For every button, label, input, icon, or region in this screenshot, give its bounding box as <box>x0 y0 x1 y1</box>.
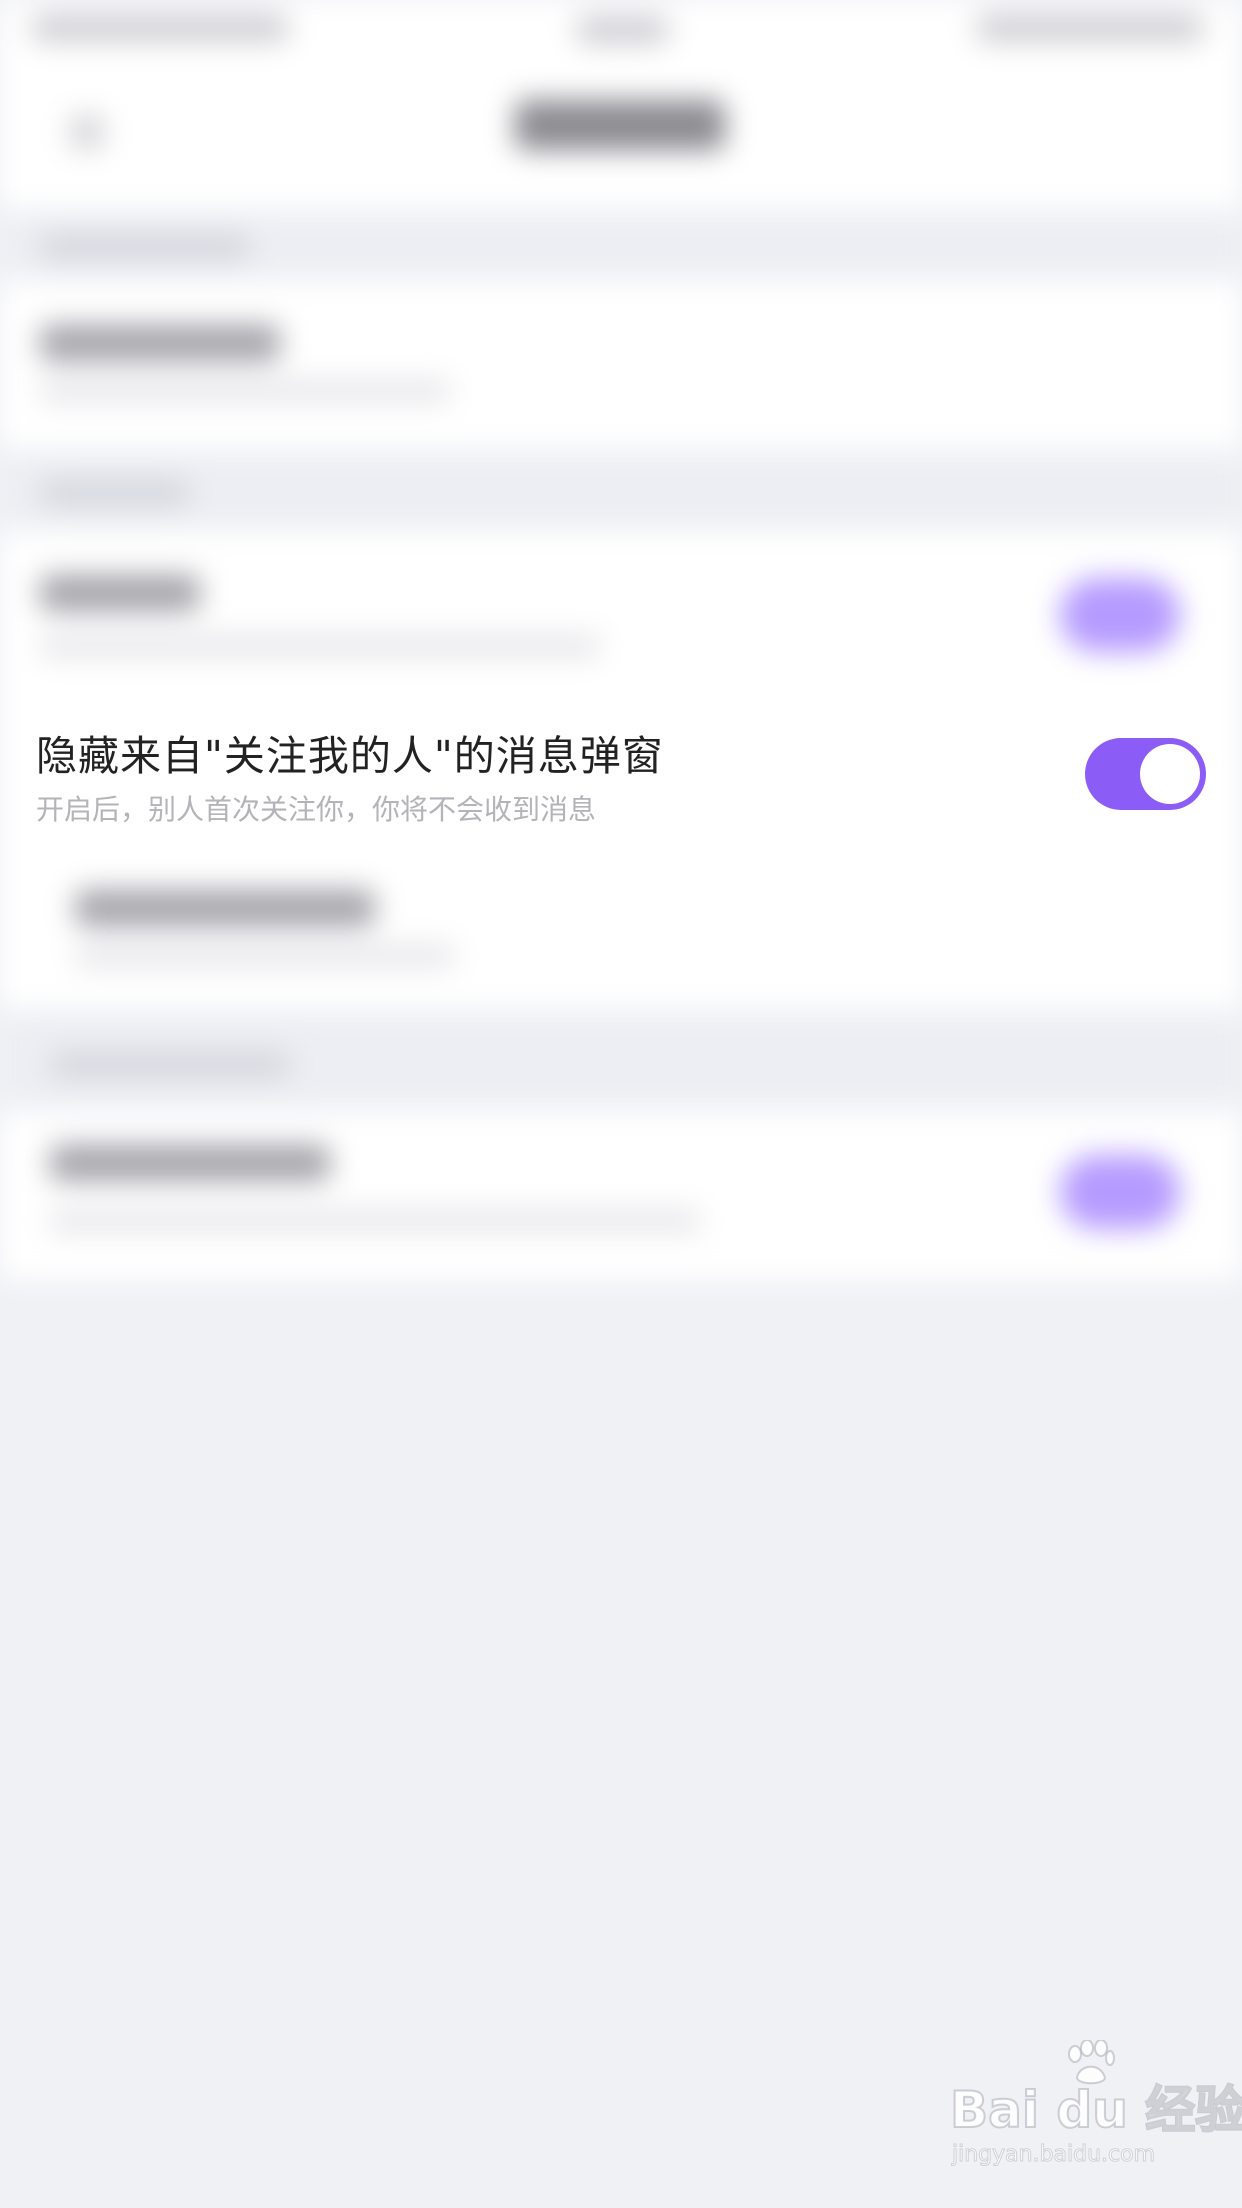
toggle-switch[interactable] <box>1085 738 1206 810</box>
setting-row-hide-follower-popups[interactable]: 隐藏来自"关注我的人"的消息弹窗 开启后，别人首次关注你，你将不会收到消息 <box>0 700 1242 860</box>
watermark-logo: Bai du 经验 <box>949 2080 1242 2140</box>
page-title <box>515 100 725 150</box>
status-bar <box>0 0 1242 60</box>
blurred-background <box>0 0 1242 1290</box>
toggle-switch[interactable] <box>1060 1155 1180 1229</box>
toggle-knob <box>1140 744 1200 804</box>
setting-row[interactable] <box>0 860 1242 1010</box>
baidu-jingyan-watermark: Bai du 经验 jingyan.baidu.com <box>949 2040 1242 2180</box>
setting-row[interactable] <box>0 1110 1242 1280</box>
watermark-url: jingyan.baidu.com <box>951 2142 1156 2168</box>
screen: 隐藏来自"关注我的人"的消息弹窗 开启后，别人首次关注你，你将不会收到消息 Ba… <box>0 0 1242 2208</box>
setting-row[interactable] <box>0 530 1242 700</box>
toggle-switch[interactable] <box>1060 578 1180 652</box>
setting-title: 隐藏来自"关注我的人"的消息弹窗 <box>36 732 664 780</box>
back-icon[interactable] <box>70 115 104 149</box>
setting-description: 开启后，别人首次关注你，你将不会收到消息 <box>36 793 597 826</box>
nav-bar <box>0 60 1242 210</box>
setting-row[interactable] <box>0 280 1242 450</box>
